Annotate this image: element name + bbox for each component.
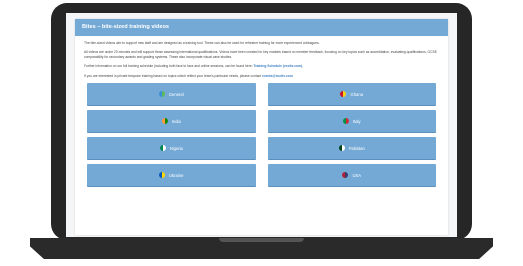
intro-paragraph: The bite-sized videos aim to support new… (84, 41, 320, 45)
panel-body: The bite-sized videos aim to support new… (75, 36, 448, 187)
country-label: USA (352, 172, 362, 178)
videos-paragraph: All videos are under 20 minutes and will… (84, 50, 437, 59)
country-label: General (168, 91, 184, 97)
contact-text: If you are interested in private bespoke… (84, 73, 262, 78)
bites-panel: Bites – bite-sized training videos The b… (75, 19, 448, 235)
training-schedule-link[interactable]: Training Schedule (ecctis.com). (254, 64, 303, 68)
country-button-ukraine[interactable]: Ukraine (87, 164, 256, 187)
country-label: Nigeria (169, 145, 183, 151)
ghana-flag-icon (340, 91, 347, 98)
country-button-italy[interactable]: Italy (267, 110, 436, 133)
country-button-general[interactable]: General (87, 83, 256, 106)
country-label: Pakistan (348, 145, 365, 151)
country-label: Italy (352, 118, 361, 124)
globe-icon (158, 91, 165, 98)
india-flag-icon (161, 118, 168, 125)
country-label: Ghana (350, 91, 364, 97)
contact-paragraph: If you are interested in private bespoke… (84, 74, 439, 78)
country-button-usa[interactable]: USA (267, 164, 436, 187)
country-button-pakistan[interactable]: Pakistan (267, 137, 436, 160)
country-button-ghana[interactable]: Ghana (267, 83, 436, 106)
schedule-paragraph: Further information on our full training… (84, 64, 439, 68)
country-label: India (171, 118, 181, 124)
nigeria-flag-icon (159, 145, 166, 152)
panel-title: Bites – bite-sized training videos (75, 19, 448, 36)
pakistan-flag-icon (338, 145, 345, 152)
laptop-screen: Bites – bite-sized training videos The b… (66, 13, 457, 237)
country-button-nigeria[interactable]: Nigeria (87, 137, 256, 160)
italy-flag-icon (342, 118, 349, 125)
country-button-grid: General Ghana India Italy Nigeria Pakist… (84, 83, 439, 187)
country-label: Ukraine (169, 172, 184, 178)
ukraine-flag-icon (159, 172, 166, 179)
country-button-india[interactable]: India (87, 110, 256, 133)
schedule-text: Further information on our full training… (84, 64, 253, 69)
events-email-link[interactable]: events@ecctis.com (262, 74, 293, 78)
laptop-base-notch (219, 238, 304, 242)
usa-flag-icon (342, 172, 349, 179)
